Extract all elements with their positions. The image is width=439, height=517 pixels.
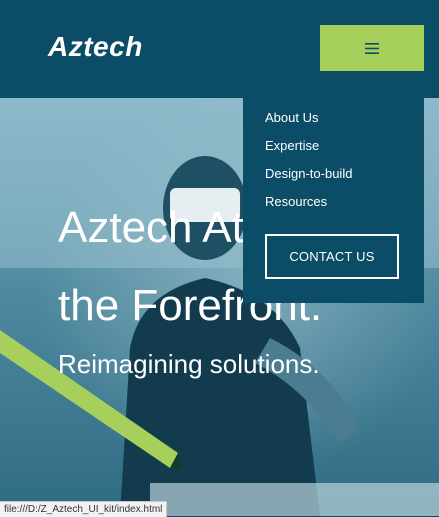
nav-dropdown: About Us Expertise Design-to-build Resou… [243,98,424,303]
nav-item-about-us[interactable]: About Us [265,110,318,125]
hamburger-menu-button[interactable] [320,25,424,71]
nav-item-expertise[interactable]: Expertise [265,138,319,153]
aztech-logo[interactable]: Aztech [48,31,143,63]
browser-status-url: file:///D:/Z_Aztech_UI_kit/index.html [0,501,168,517]
nav-item-resources[interactable]: Resources [265,194,327,209]
site-header: Aztech [0,0,439,98]
hero-subtitle: Reimagining solutions. [58,349,320,379]
contact-us-button[interactable]: CONTACT US [265,234,399,279]
hero-title-line-1: Aztech At [58,203,244,252]
nav-item-design-to-build[interactable]: Design-to-build [265,166,352,181]
hamburger-icon [365,42,379,54]
